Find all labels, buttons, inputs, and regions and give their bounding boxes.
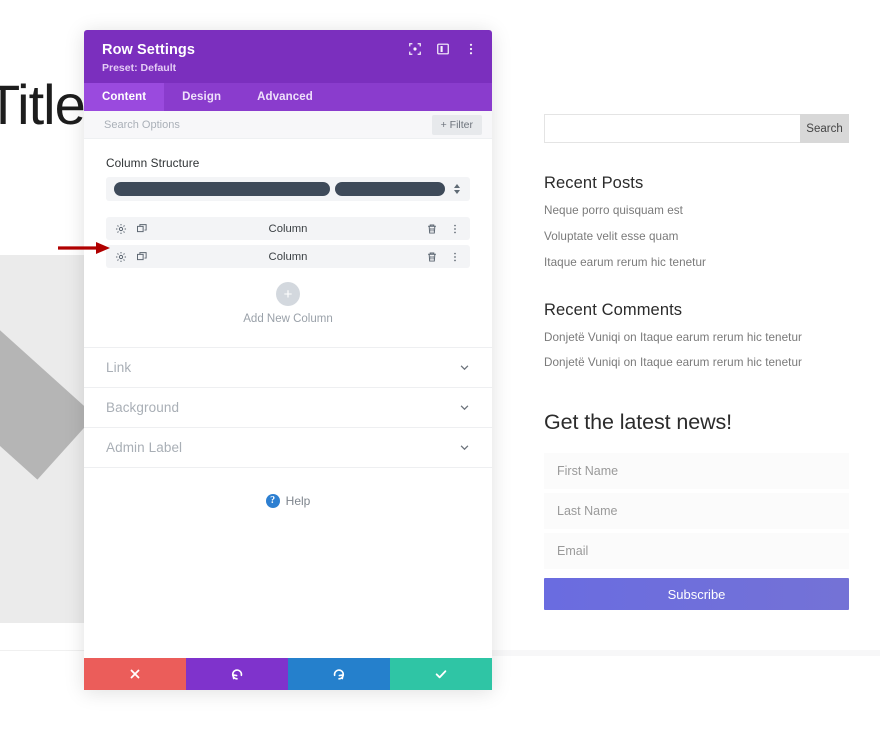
undo-icon [230,667,244,681]
modal-body: Column Structure [84,139,492,658]
sidebar: Search Recent Posts Neque porro quisquam… [544,114,849,610]
trash-icon[interactable] [426,251,438,263]
help-link[interactable]: ? Help [84,494,492,508]
table-cell-label: Column [106,251,470,263]
tab-advanced[interactable]: Advanced [239,83,331,111]
trash-icon[interactable] [426,223,438,235]
column-structure-label: Column Structure [84,139,492,177]
modal-tabs: Content Design Advanced [84,83,492,111]
plus-icon[interactable]: + [276,282,300,306]
gear-icon[interactable] [115,251,127,263]
more-vertical-icon[interactable] [449,223,461,235]
more-vertical-icon[interactable] [464,42,478,56]
search-input[interactable] [544,114,800,143]
more-vertical-icon[interactable] [449,251,461,263]
modal-header-actions [408,42,478,56]
email-field[interactable] [544,533,849,569]
duplicate-icon[interactable] [136,251,148,263]
modal-header: Row Settings Preset: Default [84,30,492,83]
structure-bar-2 [335,182,445,196]
recent-posts-title: Recent Posts [544,174,849,193]
modal-footer [84,658,492,690]
annotation-arrow [58,240,112,256]
help-label: Help [286,494,311,508]
expand-icon[interactable] [408,42,422,56]
search-submit-button[interactable]: Search [800,114,849,143]
close-icon [128,667,142,681]
cancel-button[interactable] [84,658,186,690]
column-structure-selector[interactable] [106,177,470,201]
layout-panel-icon[interactable] [436,42,450,56]
screenshot-root: Title W Search Recent Posts Neque porro … [0,0,880,734]
accordion-admin-label[interactable]: Admin Label [84,428,492,468]
row-settings-modal: Row Settings Preset: Default Content Des… [84,30,492,690]
hero-image-stripe [0,255,95,480]
search-options-input[interactable] [104,119,432,131]
table-row[interactable]: Column [106,217,470,240]
recent-comments-list: Donjetë Vuniqi on Itaque earum rerum hic… [544,332,849,371]
tab-design[interactable]: Design [164,83,239,111]
accordion-group: Link Background Admin Label [84,347,492,468]
accordion-background[interactable]: Background [84,388,492,428]
list-item[interactable]: Itaque earum rerum hic tenetur [544,257,849,270]
check-icon [434,667,448,681]
accordion-label: Background [106,400,179,415]
filter-button[interactable]: + Filter [432,115,482,135]
subscribe-button[interactable]: Subscribe [544,578,849,610]
modal-preset[interactable]: Preset: Default [102,62,474,74]
column-list: Column [84,217,492,268]
search-widget: Search [544,114,849,143]
gear-icon[interactable] [115,223,127,235]
undo-button[interactable] [186,658,288,690]
list-item[interactable]: Donjetë Vuniqi on Itaque earum rerum hic… [544,332,849,345]
redo-icon [332,667,346,681]
structure-bar-1 [114,182,330,196]
newsletter-title: Get the latest news! [544,410,849,435]
list-item[interactable]: Donjetë Vuniqi on Itaque earum rerum hic… [544,357,849,370]
accordion-link[interactable]: Link [84,348,492,388]
tab-content[interactable]: Content [84,83,164,111]
table-row[interactable]: Column [106,245,470,268]
recent-comments-title: Recent Comments [544,301,849,320]
help-icon: ? [266,494,280,508]
structure-spinner[interactable] [450,184,464,194]
list-item[interactable]: Voluptate velit esse quam [544,231,849,244]
chevron-down-icon [459,362,470,373]
accordion-label: Link [106,360,131,375]
chevron-down-icon [459,402,470,413]
table-cell-label: Column [106,223,470,235]
search-options-bar: + Filter [84,111,492,139]
first-name-field[interactable] [544,453,849,489]
list-item[interactable]: Neque porro quisquam est [544,205,849,218]
add-new-column[interactable]: + Add New Column [84,282,492,325]
chevron-down-icon [459,442,470,453]
save-button[interactable] [390,658,492,690]
duplicate-icon[interactable] [136,223,148,235]
add-new-column-label: Add New Column [84,313,492,325]
accordion-label: Admin Label [106,440,182,455]
redo-button[interactable] [288,658,390,690]
content-band [470,650,880,656]
last-name-field[interactable] [544,493,849,529]
recent-posts-list: Neque porro quisquam est Voluptate velit… [544,205,849,270]
